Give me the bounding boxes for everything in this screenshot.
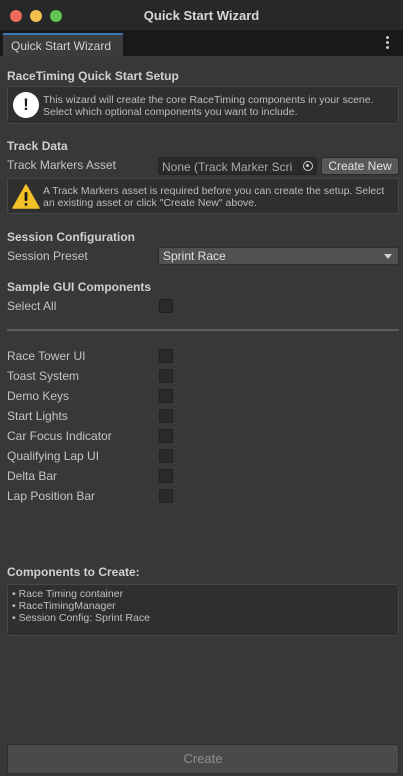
- chevron-down-icon: [384, 254, 392, 259]
- gui-item-label: Car Focus Indicator: [7, 429, 112, 443]
- info-line-2: Select which optional components you wan…: [43, 106, 298, 118]
- more-options-icon[interactable]: [385, 36, 391, 50]
- select-all-checkbox[interactable]: [159, 299, 173, 313]
- track-markers-asset-label: Track Markers Asset: [7, 158, 116, 172]
- setup-title: RaceTiming Quick Start Setup: [7, 69, 179, 83]
- demo-keys-checkbox[interactable]: [159, 389, 173, 403]
- session-preset-dropdown[interactable]: Sprint Race: [158, 247, 399, 265]
- warning-help-box: A Track Markers asset is required before…: [7, 178, 399, 214]
- car-focus-indicator-checkbox[interactable]: [159, 429, 173, 443]
- track-markers-asset-field[interactable]: None (Track Marker Scri: [158, 157, 317, 175]
- session-preset-value: Sprint Race: [163, 249, 226, 263]
- create-new-button[interactable]: Create New: [321, 157, 399, 175]
- track-markers-asset-value: None (Track Marker Scri: [162, 160, 293, 174]
- gui-item-label: Start Lights: [7, 409, 68, 423]
- gui-item-label: Delta Bar: [7, 469, 58, 483]
- window-title: Quick Start Wizard: [143, 8, 260, 23]
- summary-item: • RaceTimingManager: [12, 600, 116, 612]
- track-data-title: Track Data: [7, 139, 68, 153]
- summary-item: • Session Config: Sprint Race: [12, 612, 150, 624]
- section-divider: [7, 329, 399, 331]
- warning-line-2: an existing asset or click "Create New" …: [43, 197, 258, 209]
- gui-item-label: Demo Keys: [7, 389, 70, 403]
- session-config-title: Session Configuration: [7, 230, 136, 244]
- gui-item-label: Lap Position Bar: [7, 489, 96, 503]
- components-to-create-title: Components to Create:: [7, 565, 140, 579]
- info-icon: !: [13, 92, 39, 118]
- info-line-1: This wizard will create the core RaceTim…: [43, 94, 374, 106]
- gui-item-label: Race Tower UI: [7, 349, 86, 363]
- toast-system-checkbox[interactable]: [159, 369, 173, 383]
- tab-bar: Quick Start Wizard: [0, 31, 403, 56]
- object-picker-icon[interactable]: [303, 161, 313, 171]
- gui-item-label: Qualifying Lap UI: [7, 449, 100, 463]
- info-help-box: ! This wizard will create the core RaceT…: [7, 86, 399, 124]
- summary-item: • Race Timing container: [12, 588, 124, 600]
- components-summary-box: • Race Timing container • RaceTimingMana…: [7, 584, 399, 636]
- start-lights-checkbox[interactable]: [159, 409, 173, 423]
- lap-position-bar-checkbox[interactable]: [159, 489, 173, 503]
- create-button[interactable]: Create: [7, 744, 399, 774]
- gui-item-label: Toast System: [7, 369, 80, 383]
- session-preset-label: Session Preset: [7, 249, 88, 263]
- qualifying-lap-ui-checkbox[interactable]: [159, 449, 173, 463]
- title-bar: Quick Start Wizard: [0, 0, 403, 31]
- gui-components-title: Sample GUI Components: [7, 280, 152, 294]
- delta-bar-checkbox[interactable]: [159, 469, 173, 483]
- race-tower-ui-checkbox[interactable]: [159, 349, 173, 363]
- warning-icon: [12, 184, 40, 209]
- select-all-label: Select All: [7, 299, 57, 313]
- warning-line-1: A Track Markers asset is required before…: [43, 185, 385, 197]
- tab-quick-start-wizard[interactable]: Quick Start Wizard: [3, 33, 123, 56]
